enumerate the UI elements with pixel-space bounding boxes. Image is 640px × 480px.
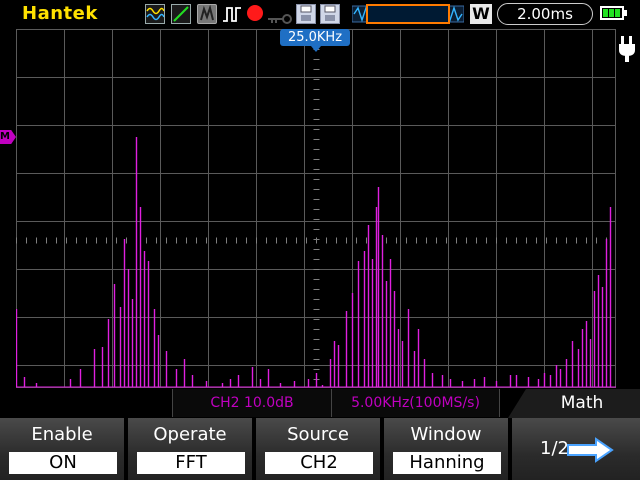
memory-window-indicator [366, 4, 450, 24]
softkey-enable-title: Enable [31, 424, 93, 445]
softkey-operate-title: Operate [153, 424, 227, 445]
softkey-window-value: Hanning [393, 452, 501, 474]
battery-icon [600, 6, 624, 20]
softkey-enable-value: ON [9, 452, 117, 474]
softkey-source-value: CH2 [265, 452, 373, 474]
gray-mode-icon[interactable] [197, 4, 217, 24]
softkey-source[interactable]: Source CH2 [256, 418, 382, 480]
menu-title-tab: Math [508, 389, 640, 418]
softkey-operate-value: FFT [137, 452, 245, 474]
waveform-icon[interactable] [145, 4, 165, 24]
graticule [16, 29, 616, 388]
spectrum-plot[interactable] [16, 29, 616, 388]
math-reference-marker[interactable]: M [0, 130, 16, 144]
menu-title-label: Math [560, 393, 604, 413]
softkey-operate[interactable]: Operate FFT [128, 418, 254, 480]
power-plug-icon [618, 34, 636, 62]
fft-rate-readout: 5.00KHz(100MS/s) [332, 389, 500, 417]
record-icon[interactable] [247, 5, 263, 21]
center-frequency-marker[interactable]: 25.0KHz [280, 29, 350, 46]
ch2-scale-readout: CH2 10.0dB [172, 389, 332, 417]
graticule-frame [16, 29, 616, 388]
brand-logo: Hantek [22, 3, 98, 24]
next-page-arrow-icon [567, 437, 614, 463]
softkey-enable[interactable]: Enable ON [0, 418, 126, 480]
trigger-mode-badge[interactable]: W [470, 4, 492, 24]
key-icon [268, 9, 292, 24]
softkey-window-title: Window [410, 424, 482, 445]
timebase-readout[interactable]: 2.00ms [497, 3, 593, 25]
softkey-source-title: Source [287, 424, 349, 445]
line-display-icon[interactable] [171, 4, 191, 24]
save-disk-alt-icon[interactable] [320, 4, 340, 24]
menu-page-indicator: 1/2 [540, 438, 569, 459]
battery-tip [624, 10, 627, 16]
softkey-window[interactable]: Window Hanning [384, 418, 510, 480]
save-disk-icon[interactable] [296, 4, 316, 24]
pulse-icon[interactable] [222, 4, 242, 24]
center-frequency-pointer [311, 46, 321, 52]
